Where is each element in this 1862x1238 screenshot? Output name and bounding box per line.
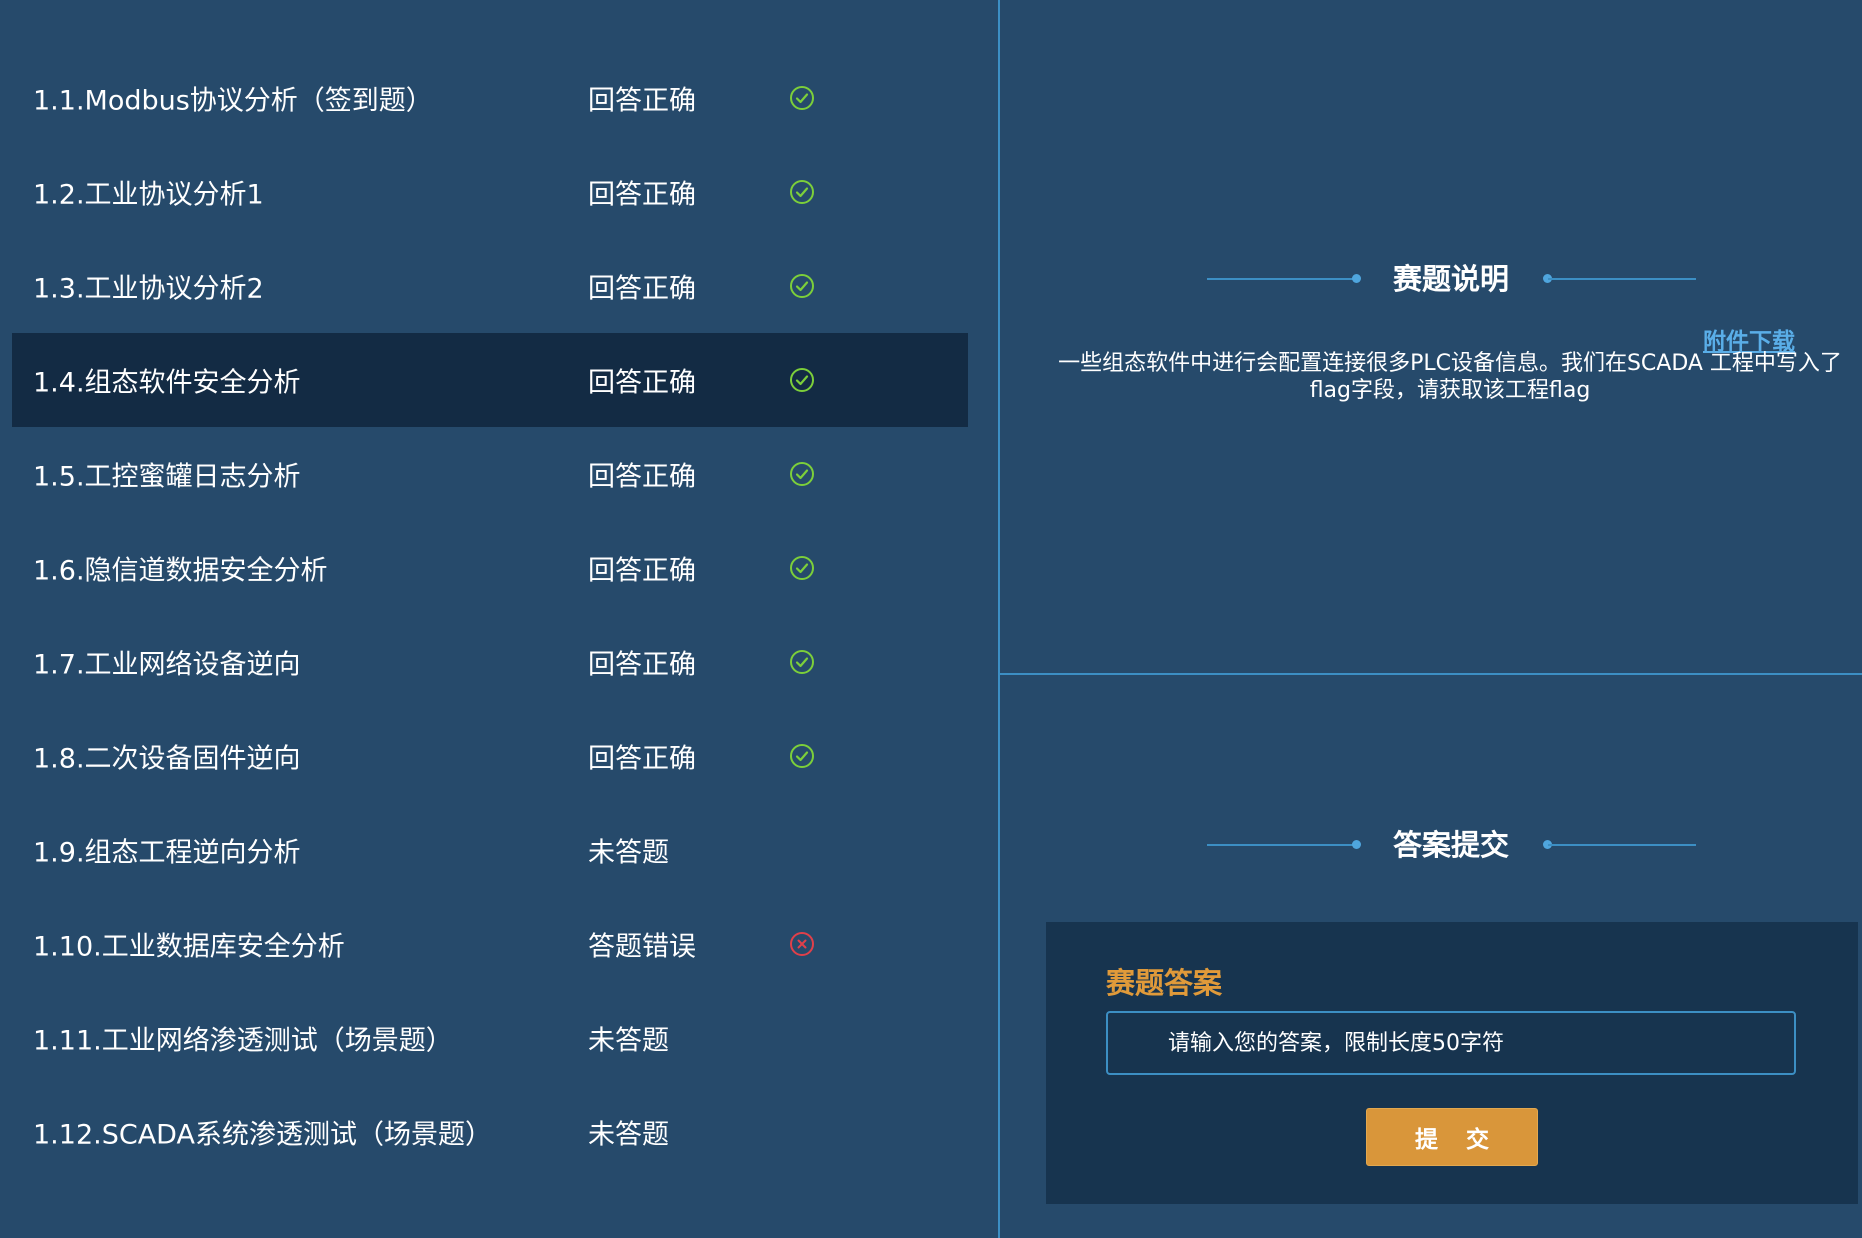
question-status: 未答题	[588, 1119, 669, 1151]
question-status: 回答正确	[588, 367, 696, 399]
question-row[interactable]: 1.6.隐信道数据安全分析 回答正确	[12, 521, 968, 615]
header-line-right	[1548, 278, 1696, 280]
header-dot-left	[1352, 840, 1361, 849]
question-status: 答题错误	[588, 931, 696, 963]
question-row[interactable]: 1.11.工业网络渗透测试（场景题） 未答题	[12, 991, 968, 1085]
answer-label: 赛题答案	[1106, 966, 1223, 1000]
question-title[interactable]: 1.9.组态工程逆向分析	[33, 831, 301, 870]
description-header: 赛题说明	[1200, 259, 1700, 299]
answer-header: 答案提交	[1200, 825, 1700, 865]
question-title[interactable]: 1.1.Modbus协议分析（签到题）	[33, 79, 433, 118]
question-list: 1.1.Modbus协议分析（签到题） 回答正确 1.2.工业协议分析1 回答正确 1.…	[0, 0, 998, 1238]
x-circle-icon	[789, 931, 815, 957]
question-row[interactable]: 1.8.二次设备固件逆向 回答正确	[12, 709, 968, 803]
check-circle-icon	[789, 179, 815, 205]
question-row[interactable]: 1.12.SCADA系统渗透测试（场景题） 未答题	[12, 1085, 968, 1179]
question-status: 回答正确	[588, 555, 696, 587]
check-circle-icon	[789, 461, 815, 487]
answer-title: 答案提交	[1392, 828, 1509, 862]
question-title[interactable]: 1.5.工控蜜罐日志分析	[33, 455, 301, 494]
question-status: 回答正确	[588, 461, 696, 493]
question-row[interactable]: 1.7.工业网络设备逆向 回答正确	[12, 615, 968, 709]
question-row[interactable]: 1.4.组态软件安全分析 回答正确	[12, 333, 968, 427]
vertical-divider	[998, 0, 1000, 1238]
challenge-description: 一些组态软件中进行会配置连接很多PLC设备信息。我们在SCADA 工程中写入了f…	[1058, 351, 1842, 403]
question-title[interactable]: 1.10.工业数据库安全分析	[33, 925, 345, 964]
question-row[interactable]: 1.2.工业协议分析1 回答正确	[12, 145, 968, 239]
answer-input[interactable]	[1106, 1011, 1796, 1075]
question-status: 回答正确	[588, 273, 696, 305]
header-line-left	[1207, 278, 1357, 280]
challenge-page: 1.1.Modbus协议分析（签到题） 回答正确 1.2.工业协议分析1 回答正确 1.…	[0, 0, 1862, 1238]
header-line-left	[1207, 844, 1357, 846]
question-status: 回答正确	[588, 85, 696, 117]
question-title[interactable]: 1.3.工业协议分析2	[33, 267, 264, 306]
horizontal-divider	[1000, 673, 1862, 675]
question-row[interactable]: 1.3.工业协议分析2 回答正确	[12, 239, 968, 333]
question-row[interactable]: 1.5.工控蜜罐日志分析 回答正确	[12, 427, 968, 521]
question-status: 回答正确	[588, 649, 696, 681]
question-status: 回答正确	[588, 743, 696, 775]
question-status: 未答题	[588, 1025, 669, 1057]
question-row[interactable]: 1.1.Modbus协议分析（签到题） 回答正确	[12, 51, 968, 145]
submit-button[interactable]: 提 交	[1366, 1108, 1538, 1166]
check-circle-icon	[789, 273, 815, 299]
check-circle-icon	[789, 367, 815, 393]
answer-panel: 赛题答案 提 交	[1046, 922, 1858, 1204]
question-title[interactable]: 1.2.工业协议分析1	[33, 173, 264, 212]
check-circle-icon	[789, 743, 815, 769]
question-title[interactable]: 1.6.隐信道数据安全分析	[33, 549, 328, 588]
check-circle-icon	[789, 85, 815, 111]
check-circle-icon	[789, 649, 815, 675]
description-title: 赛题说明	[1392, 262, 1509, 296]
question-status: 未答题	[588, 837, 669, 869]
question-title[interactable]: 1.8.二次设备固件逆向	[33, 737, 301, 776]
question-row[interactable]: 1.9.组态工程逆向分析 未答题	[12, 803, 968, 897]
check-circle-icon	[789, 555, 815, 581]
question-title[interactable]: 1.12.SCADA系统渗透测试（场景题）	[33, 1113, 492, 1152]
question-title[interactable]: 1.7.工业网络设备逆向	[33, 643, 301, 682]
question-status: 回答正确	[588, 179, 696, 211]
header-line-right	[1548, 844, 1696, 846]
question-row[interactable]: 1.10.工业数据库安全分析 答题错误	[12, 897, 968, 991]
question-title[interactable]: 1.4.组态软件安全分析	[33, 361, 301, 400]
header-dot-left	[1352, 274, 1361, 283]
question-title[interactable]: 1.11.工业网络渗透测试（场景题）	[33, 1019, 453, 1058]
